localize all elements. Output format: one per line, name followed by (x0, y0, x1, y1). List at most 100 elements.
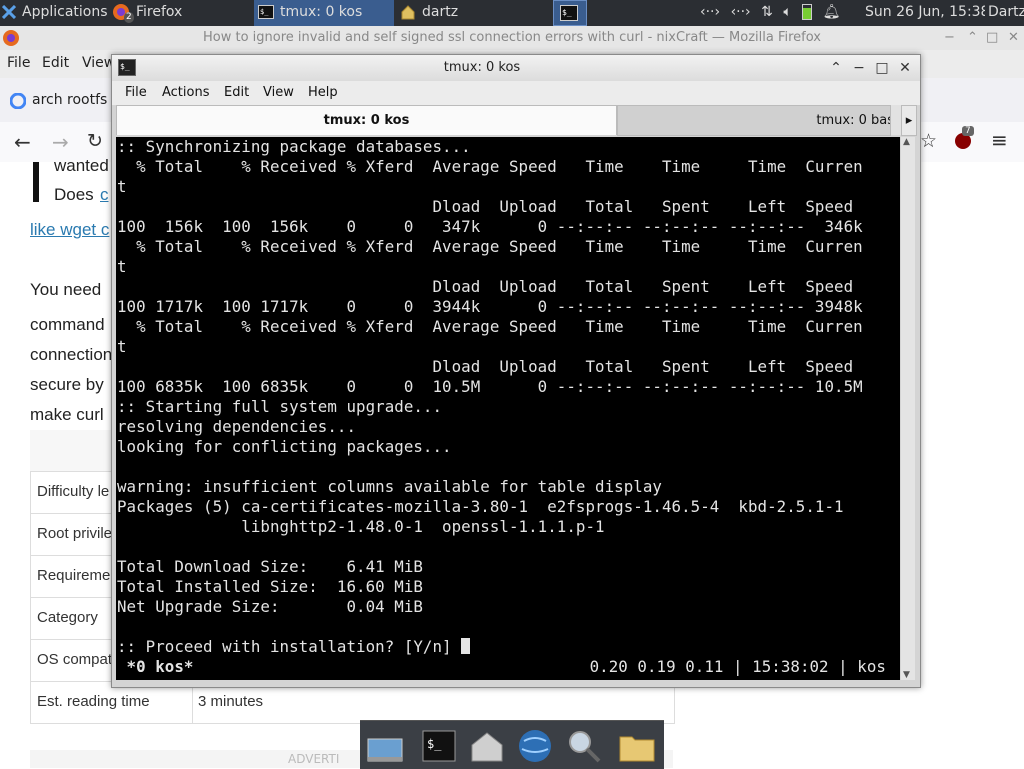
tab-tmux-bas-label: tmux: 0 bas (816, 113, 891, 128)
search-icon[interactable] (565, 727, 603, 765)
terminal-launcher-icon[interactable]: $_ (420, 727, 458, 765)
terminal-menubar: File Actions Edit View Help (112, 81, 920, 105)
firefox-window-title: How to ignore invalid and self signed ss… (202, 30, 821, 45)
ff-menu-file[interactable]: File (7, 55, 30, 71)
bookmark-star-icon[interactable]: ☆ (920, 130, 937, 152)
content-link[interactable]: like wget c (30, 220, 109, 240)
terminal-line: :: Synchronizing package databases... (117, 137, 471, 156)
terminal-line: Dload Upload Total Spent Left Speed (117, 277, 854, 296)
task-dartz[interactable]: dartz (400, 0, 540, 26)
back-icon[interactable]: ← (14, 130, 31, 154)
user-menu[interactable]: Dartz (988, 0, 1024, 26)
network-icon-2[interactable]: ‹··› (731, 4, 751, 20)
terminal-line: 100 6835k 100 6835k 0 0 10.5M 0 --:--:--… (117, 377, 863, 396)
terminal-line: t (117, 177, 127, 196)
terminal-title: tmux: 0 kos (443, 60, 521, 75)
table-row: Est. reading time 3 minutes (30, 682, 673, 724)
terminal-line: looking for conflicting packages... (117, 437, 452, 456)
tab-tmux-bas[interactable]: tmux: 0 bas (617, 105, 891, 136)
task-dartz-label: dartz (422, 4, 459, 20)
para-line: make curl (30, 405, 104, 424)
maximize-icon[interactable]: □ (874, 60, 890, 76)
terminal-tabbar: tmux: 0 kos tmux: 0 bas ▸ (116, 105, 917, 136)
task-tmux[interactable]: $_ tmux: 0 kos (254, 0, 394, 26)
firefox-icon (3, 30, 19, 46)
menu-edit[interactable]: Edit (224, 85, 249, 100)
terminal-line: warning: insufficient columns available … (117, 477, 662, 496)
minimize-icon[interactable]: − (851, 60, 867, 76)
hamburger-menu-icon[interactable]: ≡ (991, 128, 1008, 152)
firefox-titlebar: How to ignore invalid and self signed ss… (0, 26, 1024, 51)
task-firefox[interactable]: Firefox 2 (112, 0, 252, 26)
task-firefox-label: Firefox (136, 4, 183, 20)
volume-icon[interactable]: 🔈︎ (783, 4, 791, 20)
network-icon[interactable]: ‹··› (700, 4, 720, 20)
menu-view[interactable]: View (263, 85, 294, 100)
dock: $_ (360, 720, 664, 769)
shade-icon[interactable]: ⌃ (967, 26, 978, 50)
terminal-line: t (117, 337, 127, 356)
shade-icon[interactable]: ⌃ (828, 60, 844, 76)
terminal-prompt-line: :: Proceed with installation? [Y/n] (117, 637, 471, 657)
terminal-line: t (117, 257, 127, 276)
content-line-1: wanted (54, 156, 109, 175)
para-line: connection (30, 345, 113, 364)
svg-text:$_: $_ (427, 737, 442, 751)
terminal-line: 100 1717k 100 1717k 0 0 3944k 0 --:--:--… (117, 297, 863, 316)
forward-icon[interactable]: → (52, 130, 69, 154)
terminal-line: % Total % Received % Xferd Average Speed… (117, 237, 863, 256)
terminal-line: % Total % Received % Xferd Average Speed… (117, 317, 863, 336)
svg-text:$_: $_ (562, 8, 572, 17)
scroll-up-icon[interactable]: ▲ (903, 137, 910, 147)
minimize-icon[interactable]: − (944, 26, 955, 50)
tab-scroll-right-icon[interactable]: ▸ (901, 105, 917, 136)
tmux-status-right: 0.20 0.19 0.11 | 15:38:02 | kos (589, 657, 886, 676)
home-folder-icon (401, 5, 415, 20)
terminal-scrollbar[interactable]: ▲ ▼ (901, 137, 915, 680)
clock[interactable]: Sun 26 Jun, 15:38 (865, 0, 985, 26)
terminal-window: $_ tmux: 0 kos ⌃ − □ ✕ File Actions Edit… (111, 54, 921, 688)
terminal-icon: $_ (560, 5, 578, 21)
task-firefox-badge: 2 (124, 12, 134, 23)
para-line: You need (30, 280, 102, 299)
extension-badge: 7 (962, 126, 974, 136)
ff-menu-edit[interactable]: Edit (42, 55, 69, 71)
menu-help[interactable]: Help (308, 85, 338, 100)
prompt-text: :: Proceed with installation? [Y/n] (117, 637, 462, 656)
firefox-tab[interactable]: arch rootfs (0, 80, 112, 120)
menu-actions[interactable]: Actions (162, 85, 210, 100)
xfce-logo-icon (2, 5, 16, 19)
applications-menu[interactable]: Applications ≡ (2, 0, 110, 26)
home-folder-icon[interactable] (468, 727, 506, 765)
tmux-status-left: *0 kos* (117, 657, 194, 676)
reload-icon[interactable]: ↻ (87, 130, 103, 152)
tab-tmux-kos[interactable]: tmux: 0 kos (116, 105, 617, 135)
firefox-tab-label: arch rootfs (32, 92, 108, 108)
scroll-down-icon[interactable]: ▼ (903, 670, 910, 680)
advert-label: ADVERTI (288, 752, 340, 766)
terminal-line: Dload Upload Total Spent Left Speed (117, 197, 854, 216)
show-desktop-icon[interactable] (366, 727, 404, 765)
web-browser-icon[interactable] (516, 727, 554, 765)
terminal-titlebar[interactable]: $_ tmux: 0 kos ⌃ − □ ✕ (112, 55, 920, 81)
folder-icon[interactable] (618, 727, 656, 765)
task-terminal-small[interactable]: $_ (553, 0, 587, 26)
svg-text:$_: $_ (260, 8, 269, 16)
terminal-line: Net Upgrade Size: 0.04 MiB (117, 597, 423, 616)
maximize-icon[interactable]: □ (986, 26, 998, 50)
transfer-icon[interactable]: ⇅ (761, 4, 773, 20)
applications-label: Applications (22, 4, 108, 20)
para-line: command (30, 315, 105, 334)
terminal-line: Dload Upload Total Spent Left Speed (117, 357, 854, 376)
menu-file[interactable]: File (125, 85, 147, 100)
battery-icon[interactable] (802, 4, 813, 20)
close-icon[interactable]: ✕ (897, 60, 913, 76)
para-line: secure by (30, 375, 104, 394)
content-line-2: Does (54, 185, 94, 204)
top-panel: Applications ≡ Firefox 2 $_ tmux: 0 kos d… (0, 0, 1024, 26)
content-link-small[interactable]: c (100, 185, 109, 205)
close-icon[interactable]: ✕ (1008, 26, 1019, 50)
terminal-icon: $_ (258, 5, 274, 19)
notification-bell-icon[interactable]: 🔔︎ (823, 4, 841, 20)
terminal-screen[interactable]: :: Synchronizing package databases... % … (116, 137, 900, 680)
